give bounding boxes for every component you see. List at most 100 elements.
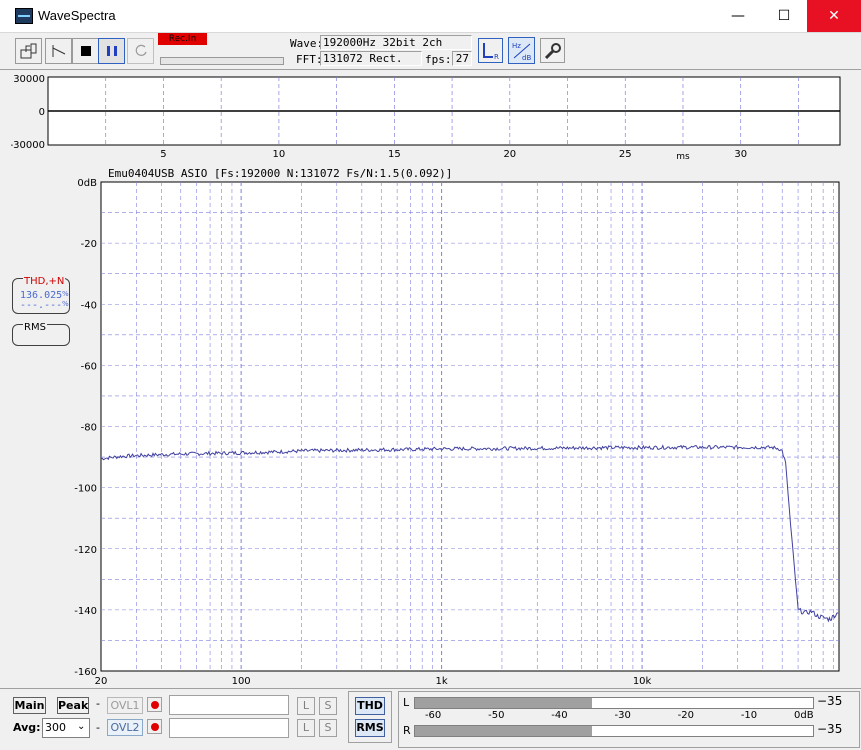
close-button[interactable]: ✕ <box>807 0 861 32</box>
wave-y-tick-label: -30000 <box>11 140 45 151</box>
app-icon <box>15 8 33 24</box>
text-field-2[interactable] <box>169 718 289 738</box>
meter-scale-label: -30 <box>614 710 631 721</box>
toolbar: Rec.In Wave: 192000Hz 32bit 2ch FFT: 131… <box>0 33 861 70</box>
wave-x-tick-label: 10 <box>273 149 286 160</box>
meter-r-label: R <box>403 724 411 737</box>
record-icon <box>150 700 159 709</box>
meter-scale-label: -10 <box>740 710 758 721</box>
record-level-slider[interactable] <box>160 57 284 65</box>
spectrum-y-tick-label: -140 <box>74 606 97 617</box>
main-button[interactable]: Main <box>13 697 46 714</box>
record-dot-1[interactable] <box>147 697 162 712</box>
window-title: WaveSpectra <box>38 8 116 23</box>
waveform-icon <box>52 45 65 57</box>
peak-button[interactable]: Peak <box>57 697 89 714</box>
spectrum-y-tick-label: -20 <box>81 239 97 250</box>
spectrum-y-tick-label: 0dB <box>77 178 97 189</box>
stop-button[interactable] <box>72 38 99 64</box>
spectrum-x-tick-label: 10k <box>633 676 652 687</box>
l-button-2[interactable]: L <box>297 719 315 737</box>
fft-format-field: 131072 Rect. <box>320 51 422 66</box>
wave-y-tick-label: 30000 <box>13 74 45 85</box>
thd-meter: THD,+N 136.025 ---.--- % % <box>12 276 70 314</box>
avg-label: Avg: <box>13 721 41 734</box>
waveform-panel: 30000 0 -30000 5 10 15 20 25 30 ms <box>11 74 841 161</box>
dash-1: - <box>96 697 100 710</box>
settings-wrench-icon <box>544 42 561 59</box>
wave-x-tick-label: 30 <box>734 149 747 160</box>
spectrum-y-tick-label: -160 <box>74 667 97 678</box>
spectrum-plot-area <box>100 181 840 672</box>
meter-scale: -60 -50 -40 -30 -20 -10 0dB <box>414 709 814 723</box>
spectrum-x-tick-label: 100 <box>232 676 251 687</box>
meter-scale-label: -50 <box>488 710 505 721</box>
rms-meter: RMS <box>12 322 70 346</box>
settings-button[interactable] <box>540 38 565 63</box>
refresh-icon <box>135 44 147 56</box>
wave-y-tick-label: 0 <box>39 107 45 118</box>
spectrum-y-tick-label: -120 <box>74 545 97 556</box>
avg-select-value: 300 <box>45 721 66 734</box>
l-button-1[interactable]: L <box>297 697 315 715</box>
fps-label: fps: <box>425 53 452 66</box>
lr-button[interactable]: R <box>478 38 503 63</box>
meter-r-fill <box>415 726 592 736</box>
wave-label: Wave: <box>290 37 324 50</box>
rec-in-badge[interactable]: Rec.In <box>158 33 207 45</box>
chevron-down-icon: ⌄ <box>77 721 86 732</box>
fps-field: 27 <box>452 51 472 66</box>
lr-icon: R <box>482 42 499 61</box>
pause-icon <box>106 46 117 56</box>
rms-meter-title: RMS <box>23 322 47 333</box>
wave-format-field: 192000Hz 32bit 2ch <box>320 35 472 50</box>
spectrum-chart: 0dB -20 -40 -60 -80 -100 -120 -140 -160 20 100 1k 1… <box>74 178 840 687</box>
ovl1-indicator: OVL1 <box>107 697 143 714</box>
wave-x-tick-label: 25 <box>619 149 632 160</box>
waveform-button[interactable] <box>45 38 72 64</box>
hz-db-button[interactable]: Hz dB <box>508 37 535 64</box>
s-button-2[interactable]: S <box>319 719 337 737</box>
meter-l-bar <box>414 697 814 709</box>
thd-value-2: ---.--- <box>20 300 63 311</box>
avg-select[interactable]: 300 ⌄ <box>42 718 90 738</box>
meter-scale-label: -60 <box>424 710 442 721</box>
svg-text:R: R <box>494 53 499 61</box>
open-icon <box>20 43 36 59</box>
minimize-button[interactable]: — <box>715 0 761 32</box>
spectrum-y-tick-label: -40 <box>81 300 97 311</box>
spectrum-y-tick-label: -80 <box>81 423 97 434</box>
meter-r-value: −35 <box>817 722 843 736</box>
open-button[interactable] <box>15 38 42 64</box>
meter-scale-label: -40 <box>551 710 568 721</box>
wave-x-unit: ms <box>676 152 690 161</box>
record-dot-2[interactable] <box>147 719 162 734</box>
title-bar: WaveSpectra — ☐ ✕ <box>0 0 861 33</box>
spectrum-x-tick-label: 1k <box>436 676 448 687</box>
s-button-1[interactable]: S <box>319 697 337 715</box>
spectrum-y-tick-label: -100 <box>74 484 97 495</box>
record-icon <box>150 722 159 731</box>
thd-unit-1: % <box>62 290 69 298</box>
fft-label: FFT: <box>296 53 323 66</box>
meter-l-fill <box>415 698 592 708</box>
spectrum-x-tick-label: 20 <box>95 676 108 687</box>
pause-button[interactable] <box>98 38 125 64</box>
wave-x-tick-label: 20 <box>503 149 516 160</box>
spectrum-y-tick-label: -60 <box>81 361 97 372</box>
refresh-button[interactable] <box>127 38 154 64</box>
meter-scale-label: -20 <box>677 710 694 721</box>
meter-l-value: −35 <box>817 694 843 708</box>
wave-x-tick-label: 15 <box>388 149 401 160</box>
wave-x-tick-label: 5 <box>160 149 166 160</box>
thd-meter-title: THD,+N <box>23 276 66 287</box>
svg-text:Hz: Hz <box>512 42 521 50</box>
thd-button[interactable]: THD <box>355 697 385 715</box>
text-field-1[interactable] <box>169 695 289 715</box>
hz-db-icon: HzdB <box>512 42 531 62</box>
maximize-button[interactable]: ☐ <box>761 0 807 32</box>
stop-icon <box>80 46 91 56</box>
meter-r-bar <box>414 725 814 737</box>
meter-l-label: L <box>403 696 410 709</box>
rms-button[interactable]: RMS <box>355 719 385 737</box>
